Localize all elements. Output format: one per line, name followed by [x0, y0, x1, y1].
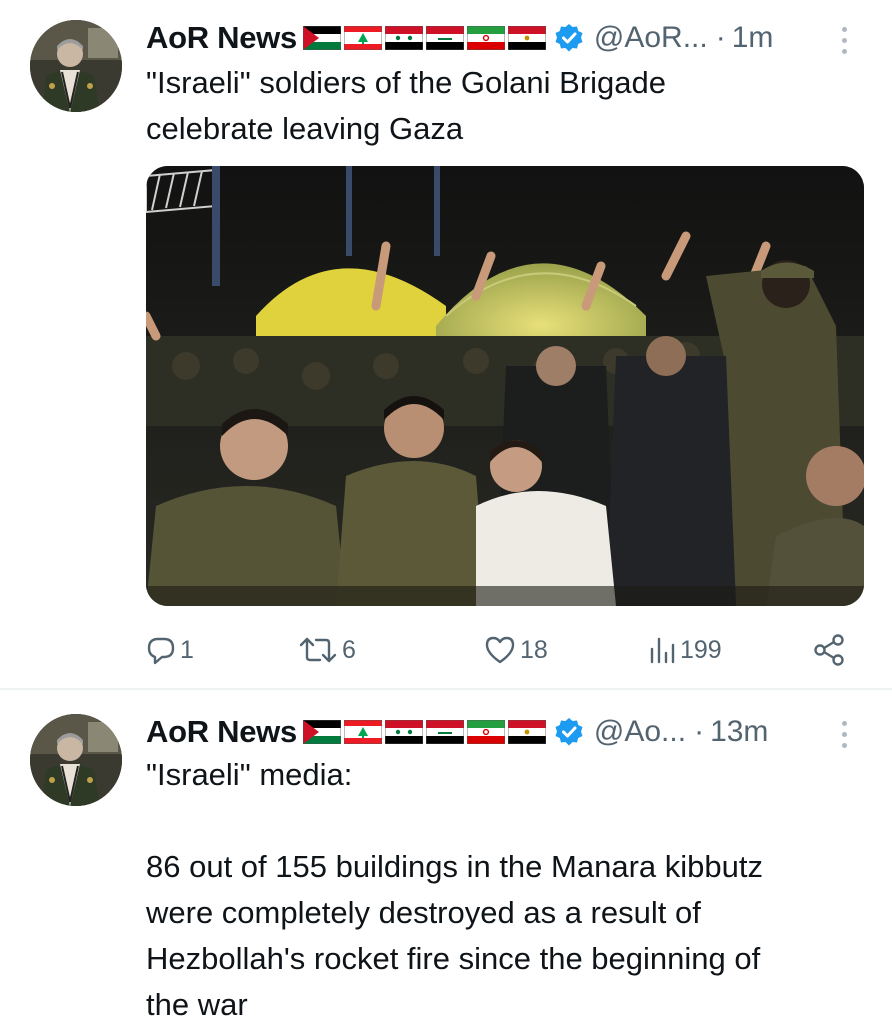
reply-button[interactable]: 1	[146, 628, 194, 672]
timestamp[interactable]: 1m	[732, 21, 774, 55]
syria-flag-icon	[384, 720, 423, 744]
separator-dot: ·	[715, 21, 726, 54]
like-count: 18	[520, 635, 548, 664]
more-icon[interactable]	[834, 716, 854, 752]
avatar[interactable]	[30, 714, 122, 806]
timestamp[interactable]: 13m	[710, 715, 768, 749]
flag-emoji-group	[302, 26, 546, 50]
tweet-text: "Israeli" soldiers of the Golani Brigade…	[146, 65, 666, 146]
palestine-flag-icon	[302, 720, 341, 744]
repost-button[interactable]: 6	[298, 628, 356, 672]
reply-count: 1	[180, 635, 194, 664]
user-handle[interactable]: @Ao...	[594, 715, 686, 749]
iraq-flag-icon	[425, 720, 464, 744]
like-icon	[485, 636, 515, 664]
tweet-photo[interactable]	[146, 166, 864, 606]
separator-dot: ·	[694, 715, 705, 748]
tweet[interactable]: AoR News @Ao... · 13m "Israeli" media: 8…	[0, 690, 892, 1024]
verified-badge-icon[interactable]	[554, 23, 584, 53]
tweet-actions: 1 6 18 199	[146, 628, 856, 672]
more-icon[interactable]	[834, 22, 854, 58]
egypt-flag-icon	[507, 26, 546, 50]
reply-icon	[147, 637, 175, 665]
lebanon-flag-icon	[343, 720, 382, 744]
palestine-flag-icon	[302, 26, 341, 50]
views-button[interactable]: 199	[648, 628, 722, 672]
tweet[interactable]: AoR News @AoR... · 1m "Israeli" soldiers…	[0, 0, 892, 690]
verified-badge-icon[interactable]	[554, 717, 584, 747]
avatar-image	[30, 714, 122, 806]
like-button[interactable]: 18	[484, 628, 548, 672]
avatar[interactable]	[30, 20, 122, 112]
avatar-image	[30, 20, 122, 112]
tweet-text: "Israeli" media: 86 out of 155 buildings…	[146, 757, 763, 1022]
syria-flag-icon	[384, 26, 423, 50]
tweet-header: AoR News @Ao... · 13m	[146, 712, 768, 752]
display-name[interactable]: AoR News	[146, 20, 297, 56]
lebanon-flag-icon	[343, 26, 382, 50]
share-button[interactable]	[812, 628, 846, 672]
user-handle[interactable]: @AoR...	[594, 21, 708, 55]
display-name[interactable]: AoR News	[146, 714, 297, 750]
photo-of-soldiers-celebrating-icon	[146, 166, 864, 606]
view-count: 199	[680, 635, 722, 664]
share-icon	[814, 634, 844, 666]
iran-flag-icon	[466, 26, 505, 50]
repost-count: 6	[342, 635, 356, 664]
repost-icon	[299, 637, 337, 663]
iraq-flag-icon	[425, 26, 464, 50]
iran-flag-icon	[466, 720, 505, 744]
flag-emoji-group	[302, 720, 546, 744]
views-icon	[650, 637, 675, 664]
tweet-header: AoR News @AoR... · 1m	[146, 18, 773, 58]
egypt-flag-icon	[507, 720, 546, 744]
